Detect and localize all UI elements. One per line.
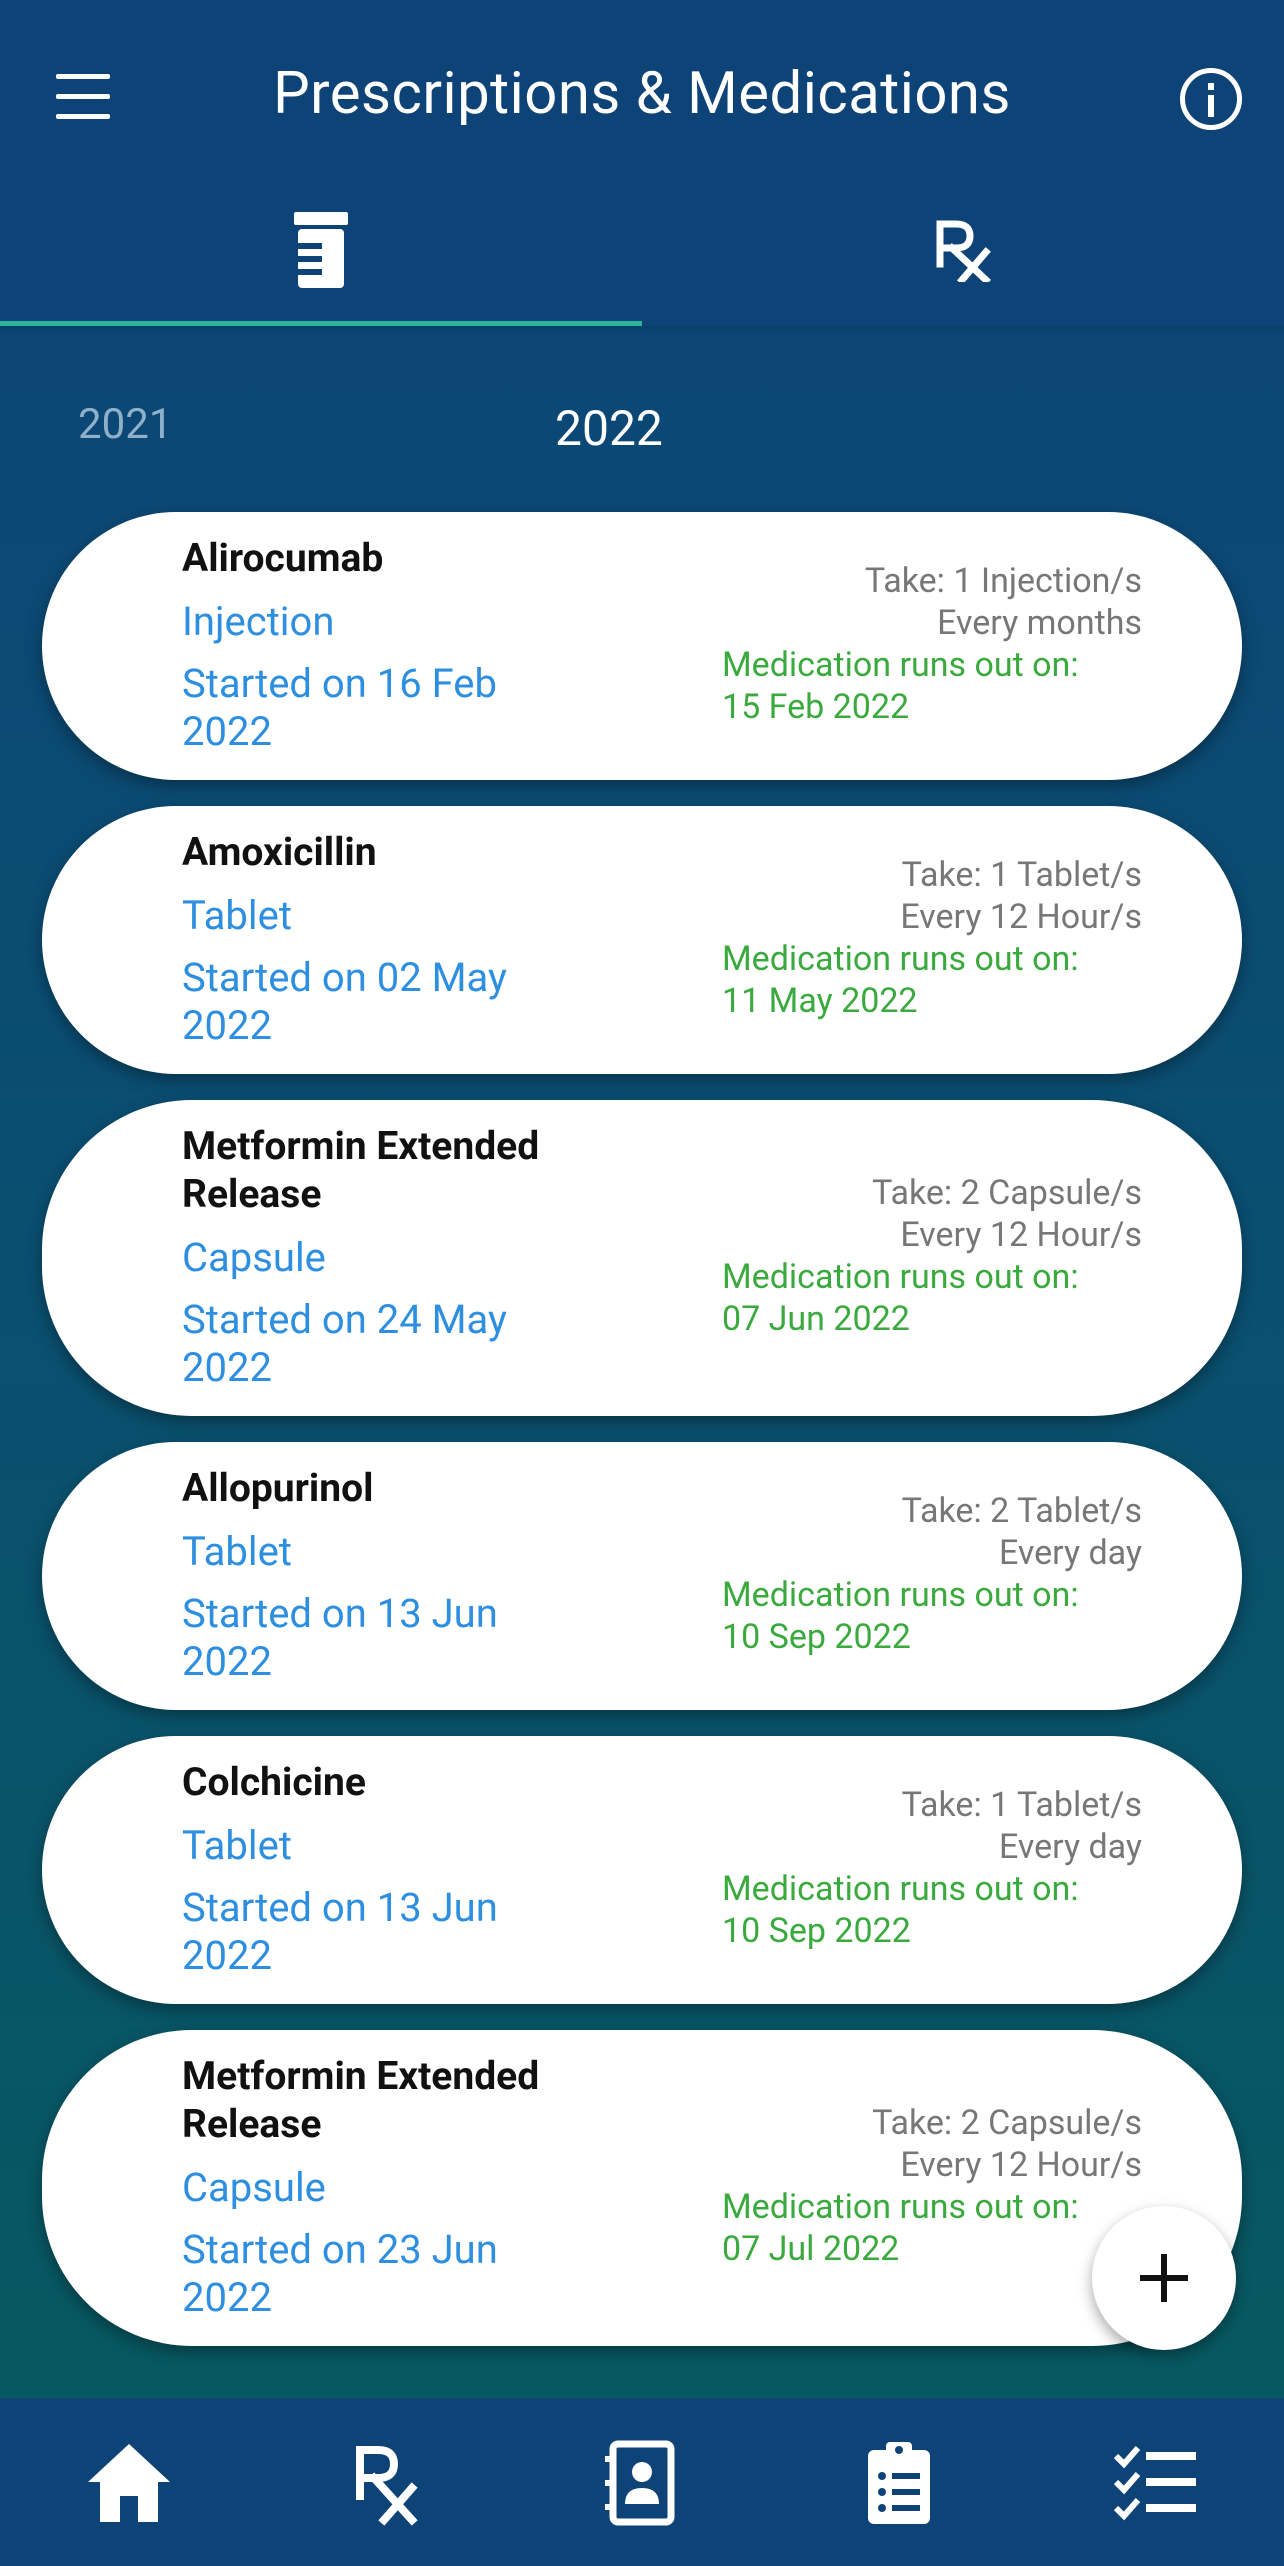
dose: Take: 2 Capsule/s xyxy=(872,1173,1142,1213)
medication-form: Tablet xyxy=(182,892,292,939)
app-bar: Prescriptions & Medications xyxy=(0,0,1284,200)
runout-date: 07 Jun 2022 xyxy=(722,1299,910,1339)
medication-form: Capsule xyxy=(182,2164,326,2211)
runout-date: 07 Jul 2022 xyxy=(722,2229,900,2269)
medication-start-date: Started on 23 Jun 2022 xyxy=(182,2226,498,2321)
frequency: Every 12 Hour/s xyxy=(900,897,1142,937)
clipboard-icon xyxy=(868,2442,930,2524)
medication-name: Colchicine xyxy=(182,1759,366,1805)
home-icon xyxy=(88,2444,170,2522)
medication-start-date: Started on 13 Jun 2022 xyxy=(182,1884,498,1979)
runout-label: Medication runs out on: xyxy=(722,645,1079,685)
medication-name: Amoxicillin xyxy=(182,829,377,875)
runout-date: 15 Feb 2022 xyxy=(722,687,910,727)
medication-schedule: Take: 1 Injection/s Every months Medicat… xyxy=(722,560,1142,728)
dose: Take: 2 Tablet/s xyxy=(901,1491,1142,1531)
runout-label: Medication runs out on: xyxy=(722,1575,1079,1615)
medication-card[interactable]: Colchicine Tablet Started on 13 Jun 2022… xyxy=(42,1736,1242,2004)
pill-bottle-icon xyxy=(294,212,348,288)
runout-date: 10 Sep 2022 xyxy=(722,1911,911,1951)
medication-name: Metformin Extended Release xyxy=(182,1123,540,1217)
medication-name: Metformin Extended Release xyxy=(182,2053,540,2147)
runout-label: Medication runs out on: xyxy=(722,939,1079,979)
medication-schedule: Take: 1 Tablet/s Every day Medication ru… xyxy=(722,1784,1142,1952)
medication-schedule: Take: 2 Capsule/s Every 12 Hour/s Medica… xyxy=(722,1172,1142,1340)
medication-card[interactable]: Amoxicillin Tablet Started on 02 May 202… xyxy=(42,806,1242,1074)
medication-start-date: Started on 13 Jun 2022 xyxy=(182,1590,498,1685)
medication-form: Injection xyxy=(182,598,335,645)
medication-start-date: Started on 16 Feb 2022 xyxy=(182,660,497,755)
medication-schedule: Take: 2 Tablet/s Every day Medication ru… xyxy=(722,1490,1142,1658)
checklist-icon xyxy=(1113,2446,1196,2521)
medication-card[interactable]: Metformin Extended Release Capsule Start… xyxy=(42,1100,1242,1416)
nav-clipboard[interactable] xyxy=(854,2438,944,2528)
runout-date: 10 Sep 2022 xyxy=(722,1617,911,1657)
runout-label: Medication runs out on: xyxy=(722,2187,1079,2227)
medication-name: Allopurinol xyxy=(182,1465,374,1511)
contacts-icon xyxy=(605,2440,675,2526)
year-previous[interactable]: 2021 xyxy=(78,400,172,449)
nav-checklist[interactable] xyxy=(1110,2438,1200,2528)
medication-form: Tablet xyxy=(182,1822,292,1869)
medication-form: Tablet xyxy=(182,1528,292,1575)
medication-card[interactable]: Alirocumab Injection Started on 16 Feb 2… xyxy=(42,512,1242,780)
runout-label: Medication runs out on: xyxy=(722,1869,1079,1909)
dose: Take: 1 Tablet/s xyxy=(901,1785,1142,1825)
info-icon[interactable] xyxy=(1180,68,1242,130)
medication-schedule: Take: 1 Tablet/s Every 12 Hour/s Medicat… xyxy=(722,854,1142,1022)
frequency: Every day xyxy=(998,1827,1142,1867)
frequency: Every day xyxy=(998,1533,1142,1573)
frequency: Every 12 Hour/s xyxy=(900,2145,1142,2185)
tabs-shadow xyxy=(0,326,1284,336)
bottom-nav xyxy=(0,2398,1284,2566)
tab-prescriptions[interactable] xyxy=(642,200,1284,326)
dose: Take: 2 Capsule/s xyxy=(872,2103,1142,2143)
medication-form: Capsule xyxy=(182,1234,326,1281)
page-title: Prescriptions & Medications xyxy=(273,60,1011,128)
add-medication-button[interactable] xyxy=(1092,2206,1236,2350)
dose: Take: 1 Tablet/s xyxy=(901,855,1142,895)
medication-start-date: Started on 02 May 2022 xyxy=(182,954,507,1049)
nav-prescriptions[interactable] xyxy=(340,2438,430,2528)
dose: Take: 1 Injection/s xyxy=(864,561,1142,601)
year-current[interactable]: 2022 xyxy=(555,400,663,457)
medication-card[interactable]: Metformin Extended Release Capsule Start… xyxy=(42,2030,1242,2346)
rx-icon xyxy=(356,2446,418,2526)
nav-contacts[interactable] xyxy=(597,2438,687,2528)
nav-home[interactable] xyxy=(84,2438,174,2528)
runout-date: 11 May 2022 xyxy=(722,981,918,1021)
frequency: Every 12 Hour/s xyxy=(900,1215,1142,1255)
tab-medications[interactable] xyxy=(0,200,642,326)
medication-start-date: Started on 24 May 2022 xyxy=(182,1296,507,1391)
medication-name: Alirocumab xyxy=(182,535,384,581)
medication-card[interactable]: Allopurinol Tablet Started on 13 Jun 202… xyxy=(42,1442,1242,1710)
medication-schedule: Take: 2 Capsule/s Every 12 Hour/s Medica… xyxy=(722,2102,1142,2270)
runout-label: Medication runs out on: xyxy=(722,1257,1079,1297)
tab-bar xyxy=(0,200,1284,326)
rx-icon xyxy=(936,220,991,282)
frequency: Every months xyxy=(937,603,1142,643)
